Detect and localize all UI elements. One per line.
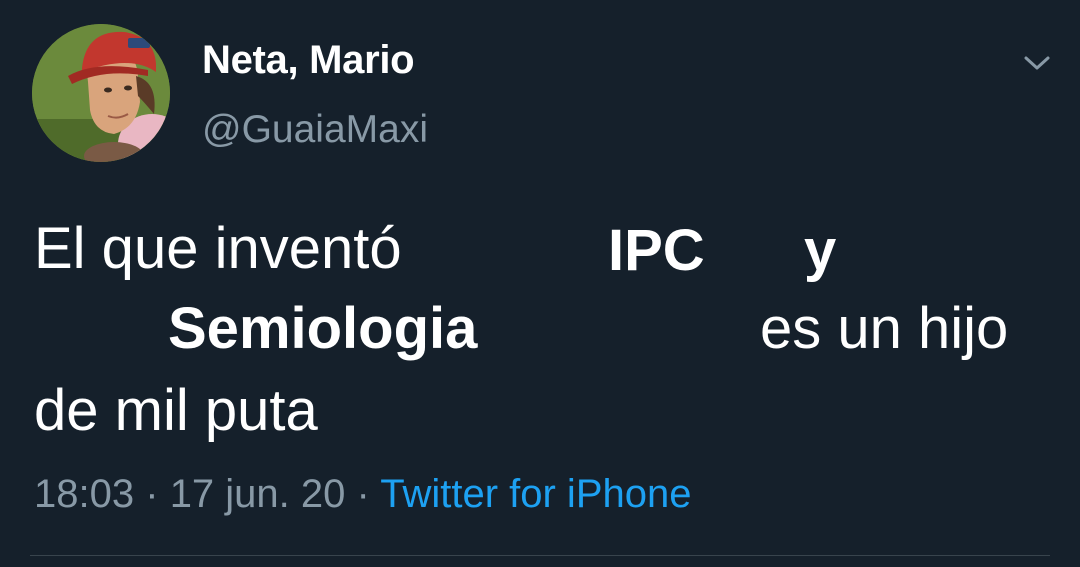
tweet-text-segment: El que inventó [34, 216, 402, 281]
tweet-time[interactable]: 18:03 [34, 472, 134, 516]
tweet-text-segment: es un hijo [760, 296, 1009, 361]
tweet-text-segment: IPC [608, 218, 705, 283]
meta-separator: · [356, 472, 370, 516]
tweet-meta: 18:03 · 17 jun. 20 · Twitter for iPhone [34, 472, 691, 517]
divider [30, 555, 1050, 556]
tweet-text-segment: y [804, 218, 837, 283]
tweet-text-segment: de mil puta [34, 378, 318, 443]
tweet-date[interactable]: 17 jun. 20 [170, 472, 346, 516]
tweet-card: Neta, Mario @GuaiaMaxi El que inventó IP… [0, 0, 1080, 567]
tweet-text: El que inventó IPC y Semiologia es un hi… [0, 0, 1080, 460]
tweet-text-segment: Semiologia [168, 296, 478, 361]
tweet-source-link[interactable]: Twitter for iPhone [380, 472, 691, 516]
meta-separator: · [145, 472, 159, 516]
